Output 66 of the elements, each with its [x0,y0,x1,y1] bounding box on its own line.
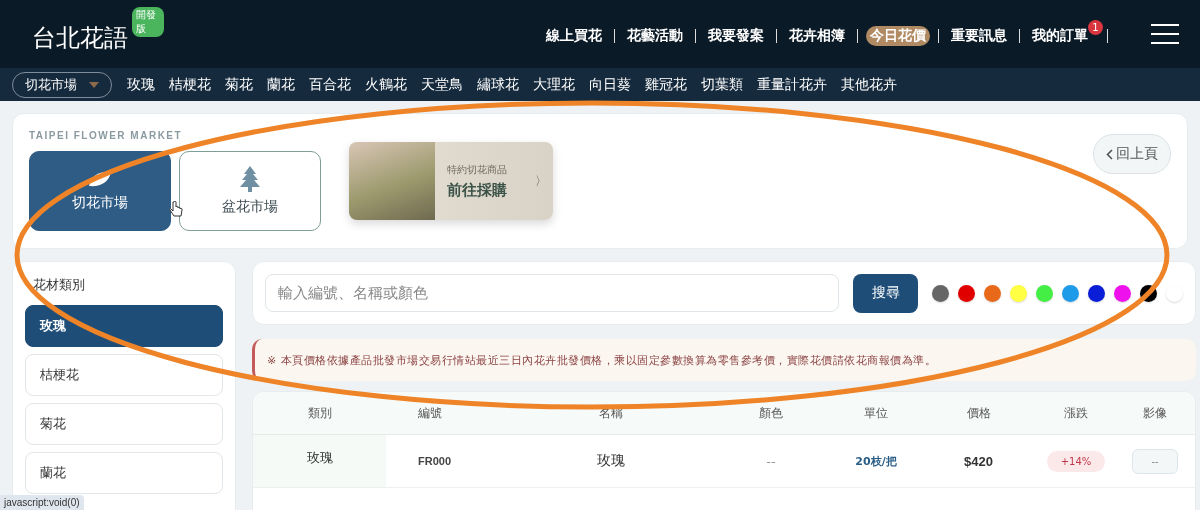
color-swatch[interactable] [1062,284,1079,302]
category-link[interactable]: 大理花 [526,75,582,94]
caret-icon [89,81,99,88]
image-placeholder[interactable]: -- [1132,448,1178,474]
column-header: 顏色 [758,404,784,422]
column-header: 單位 [863,404,889,422]
color-swatch[interactable] [958,284,975,302]
color-swatch[interactable] [1036,284,1053,302]
sidebar-item[interactable]: 蘭花 [25,452,223,494]
market-tab[interactable]: 切花市場 [29,151,171,231]
count-badge: 1 [1088,19,1103,35]
dev-badge: 開發版 [132,7,164,37]
table-cell: 玫瑰 [597,452,625,470]
status-url: javascript:void(0) [0,495,84,510]
category-link[interactable]: 其他花卉 [834,75,904,94]
menu-icon[interactable] [1150,23,1180,45]
search-button[interactable]: 搜尋 [853,273,918,313]
panel-eyebrow: TAIPEI FLOWER MARKET [29,130,183,141]
change-badge: +14% [1046,450,1106,472]
category-link[interactable]: 百合花 [302,75,358,94]
column-header: 漲跌 [1063,404,1089,422]
hand-cursor-icon [169,201,183,219]
nav-link[interactable]: 花卉相簿 [785,26,849,46]
table-cell-text: 玫瑰 [306,449,333,467]
category-link[interactable]: 天堂鳥 [414,75,470,94]
category-link[interactable]: 切葉類 [694,75,750,94]
category-link[interactable]: 雞冠花 [638,75,694,94]
chevron-left-icon [1106,148,1113,160]
color-swatch[interactable] [984,284,1001,302]
column-header: 價格 [965,404,992,422]
leaf-icon [87,170,113,188]
back-button[interactable]: 回上頁 [1093,134,1171,174]
sidebar-item[interactable]: 玫瑰 [25,305,223,347]
category-link[interactable]: 蘭花 [260,75,302,94]
nav-link[interactable]: 線上買花 [542,26,606,46]
table-cell: 20枝/把 [855,453,897,469]
nav-link[interactable]: 重要訊息 [947,26,1011,46]
search-field[interactable]: 輸入編號、名稱或顏色 [265,274,839,312]
nav-link[interactable]: 花藝活動 [623,26,687,46]
tree-icon [239,166,261,192]
color-swatch[interactable] [932,284,949,302]
category-link[interactable]: 重量計花卉 [750,75,834,94]
category-link[interactable]: 繡球花 [470,75,526,94]
table-cell: FR000 [418,455,452,467]
category-link[interactable]: 玫瑰 [120,75,162,94]
column-header: 類別 [306,404,333,422]
category-link[interactable]: 菊花 [218,75,260,94]
column-header: 影像 [1142,404,1168,422]
category-link[interactable]: 火鶴花 [358,75,414,94]
nav-link[interactable]: 我要發案 [704,26,768,46]
site-logo[interactable]: 台北花語 [14,14,128,54]
sidebar-title: 花材類別 [32,276,86,294]
category-link[interactable]: 向日葵 [582,75,638,94]
sidebar-item[interactable]: 桔梗花 [25,354,223,396]
color-swatch[interactable] [1166,284,1183,302]
sidebar-item[interactable]: 菊花 [25,403,223,445]
promo-card[interactable]: 特約切花商品 前往採購 〉 [349,142,553,220]
color-swatch[interactable] [1088,284,1105,302]
table-cell: -- [766,453,776,469]
column-header: 編號 [417,404,443,422]
market-tab[interactable]: 盆花市場 [179,151,321,231]
color-swatch[interactable] [1114,284,1131,302]
color-swatch[interactable] [1010,284,1027,302]
table-cell: $420 [964,453,993,469]
category-link[interactable]: 桔梗花 [162,75,218,94]
price-notice: ※ 本頁價格依據產品批發市場交易行情站最近三日內花卉批發價格，乘以固定參數換算為零售參考價，實際花價請依花商報價為準。 [252,339,1196,381]
